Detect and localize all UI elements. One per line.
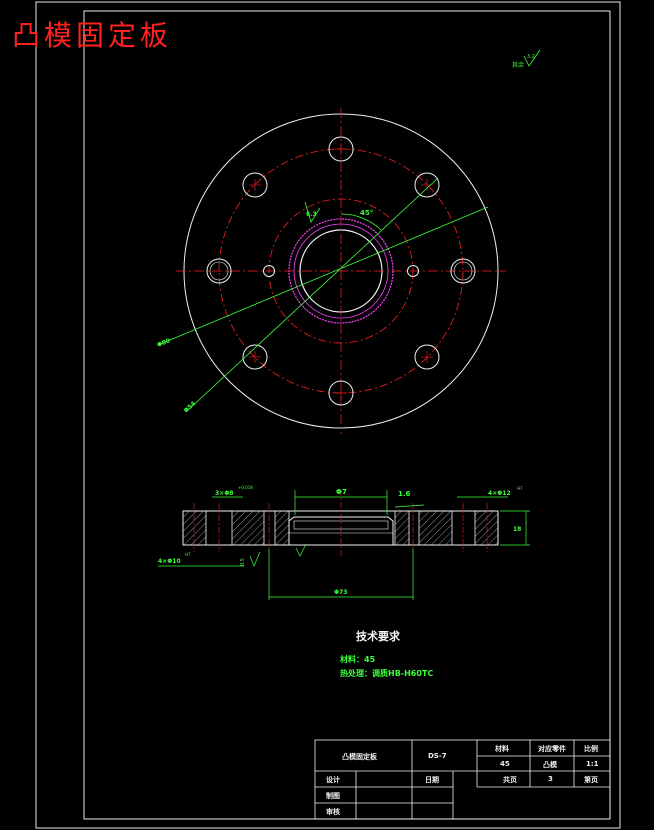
material-label: 材料 bbox=[495, 745, 509, 753]
sheet-value: 第页 bbox=[584, 776, 598, 784]
section-block bbox=[418, 510, 453, 546]
angle-label: 45° bbox=[360, 209, 373, 217]
dim-fillet: 0.5 bbox=[240, 558, 246, 566]
drafter-label: 制图 bbox=[326, 792, 340, 800]
dim-4xphi10-tol: H7 bbox=[185, 552, 191, 557]
section-view: 3×Φ8 +0.018 Φ7 1.6 4×Φ12 H7 4×Φ10 H7 Φ73… bbox=[158, 485, 530, 600]
outer-frame bbox=[35, 1, 621, 829]
tech-line-material: 材料：45 bbox=[340, 655, 376, 664]
dim-4xphi12: 4×Φ12 bbox=[488, 490, 511, 497]
dim-3xphi8-tol: +0.018 bbox=[238, 485, 253, 490]
scale-label: 比例 bbox=[584, 745, 598, 753]
date-label: 日期 bbox=[425, 776, 439, 784]
dim-phi73: Φ73 bbox=[334, 589, 347, 596]
section-block bbox=[182, 510, 207, 546]
surface-note-text: 其余 bbox=[512, 61, 524, 69]
inner-frame bbox=[83, 10, 611, 820]
group-label: 对应零件 bbox=[538, 745, 566, 753]
dim-height: 18 bbox=[513, 526, 521, 533]
quantity-value: 3 bbox=[548, 775, 553, 783]
section-block bbox=[394, 510, 410, 546]
section-block bbox=[474, 510, 499, 546]
checker-label: 审核 bbox=[326, 808, 340, 816]
drawing-sheet: 其余 3.2 45° 6.3 Φ80 Φ54 3×Φ8 +0.018 Φ7 1.… bbox=[35, 1, 621, 829]
group-value: 凸模 bbox=[543, 761, 557, 769]
section-block bbox=[231, 510, 265, 546]
part-name: 凸模固定板 bbox=[342, 753, 377, 761]
sheet-label: 共页 bbox=[503, 776, 517, 784]
tech-line-heat-treatment: 热处理：调质HB-H60TC bbox=[340, 669, 434, 678]
page-heading: 凸模固定板 bbox=[12, 19, 173, 52]
section-block bbox=[274, 510, 290, 546]
dim-phi7: Φ7 bbox=[336, 488, 347, 496]
roughness-label: 6.3 bbox=[306, 211, 317, 218]
dim-4xphi10: 4×Φ10 bbox=[158, 558, 181, 565]
drawing-number: DS-7 bbox=[428, 752, 447, 760]
top-view-dims bbox=[157, 177, 489, 413]
designer-label: 设计 bbox=[326, 776, 340, 784]
tech-requirements-title: 技术要求 bbox=[356, 630, 400, 643]
dim-3xphi8: 3×Φ8 bbox=[215, 490, 233, 497]
surface-finish-symbol: 其余 3.2 bbox=[512, 49, 541, 69]
dim-label-phi54: Φ54 bbox=[183, 400, 198, 414]
surface-value-text: 3.2 bbox=[527, 54, 535, 60]
dim-4xphi12-tol: H7 bbox=[517, 486, 523, 491]
dim-label-phi80: Φ80 bbox=[156, 337, 171, 349]
material-value: 45 bbox=[500, 760, 510, 768]
scale-value: 1:1 bbox=[586, 760, 599, 768]
top-view: 45° 6.3 Φ80 Φ54 bbox=[156, 108, 506, 434]
dim-chamfer: 1.6 bbox=[398, 490, 411, 498]
